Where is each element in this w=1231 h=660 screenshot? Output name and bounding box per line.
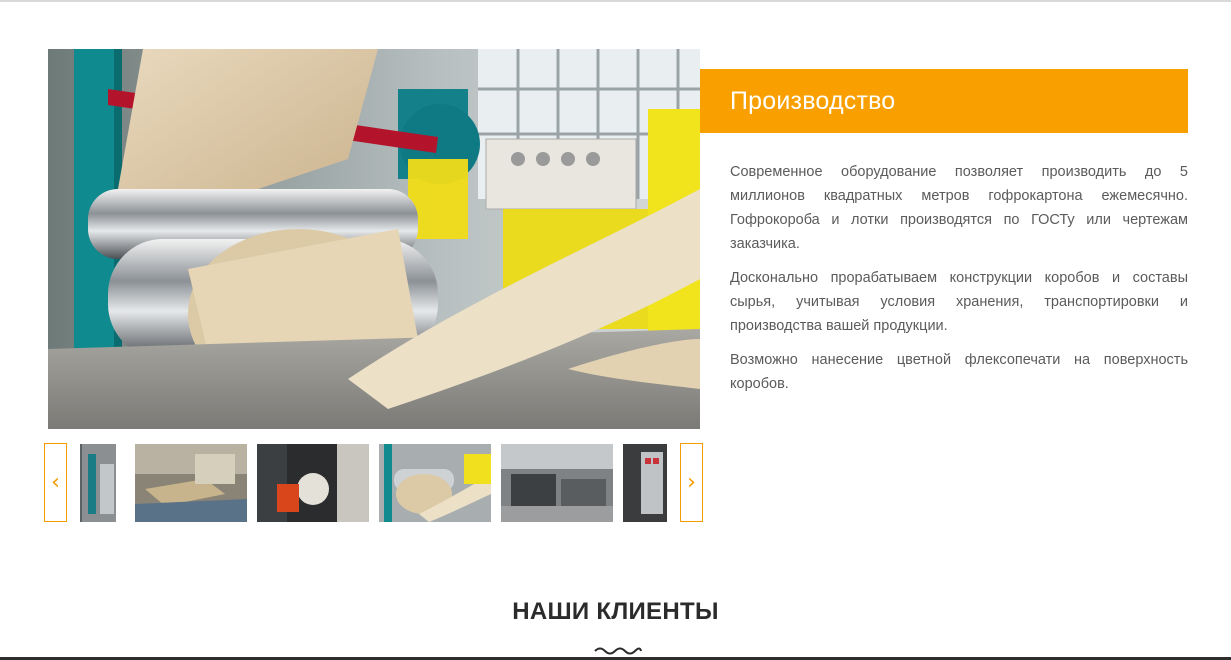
carousel-prev-button[interactable]: ‹: [44, 443, 67, 522]
thumbnail-paper-rolls[interactable]: [80, 444, 116, 522]
chevron-left-icon: ‹: [51, 470, 60, 495]
description-paragraph-1: Современное оборудование позволяет произ…: [730, 164, 1188, 252]
description-paragraph-3: Возможно нанесение цветной флексопечати …: [730, 352, 1188, 392]
clients-heading: НАШИ КЛИЕНТЫ: [512, 598, 719, 625]
wave-divider-icon: [594, 647, 642, 655]
thumbnail-machine-panel[interactable]: [623, 444, 667, 522]
thumbnail-corrugator[interactable]: [379, 444, 491, 522]
thumbnail-strip: [80, 444, 667, 522]
main-production-photo: [48, 49, 700, 429]
description-paragraph-2: Досконально прорабатываем конструкции ко…: [730, 270, 1188, 334]
section-title-bar: Производство: [700, 69, 1188, 133]
thumbnail-forklift[interactable]: [257, 444, 369, 522]
thumbnail-workshop[interactable]: [501, 444, 613, 522]
chevron-right-icon: ›: [687, 470, 696, 495]
thumbnail-pallets[interactable]: [135, 444, 247, 522]
top-divider: [0, 0, 1231, 2]
photo-carousel: ‹ ›: [44, 443, 703, 523]
section-description: Современное оборудование позволяет произ…: [730, 160, 1188, 406]
section-title: Производство: [730, 87, 896, 115]
carousel-next-button[interactable]: ›: [680, 443, 703, 522]
